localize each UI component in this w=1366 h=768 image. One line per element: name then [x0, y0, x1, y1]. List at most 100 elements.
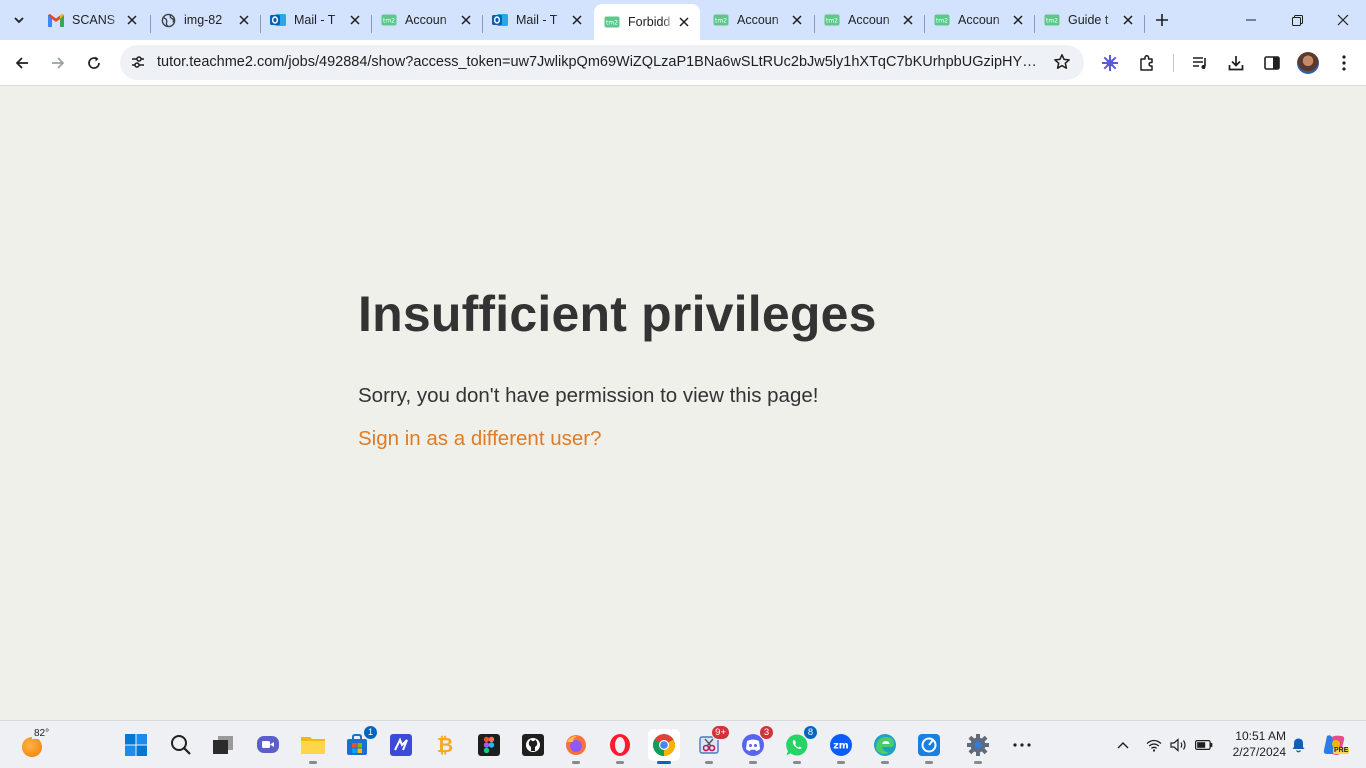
tab-title: Accoun — [958, 13, 1000, 27]
wifi-icon[interactable] — [1144, 733, 1164, 757]
tab-scans[interactable]: SCANS — [38, 4, 148, 36]
new-tab-button[interactable] — [1150, 8, 1174, 32]
forward-button[interactable] — [42, 47, 74, 79]
tab-account-1[interactable]: tm2 Accoun — [371, 4, 482, 36]
tm2-icon: tm2 — [713, 12, 729, 28]
snipping-app[interactable]: 9+ — [693, 725, 730, 764]
address-bar[interactable]: tutor.teachme2.com/jobs/492884/show?acce… — [120, 45, 1084, 80]
notification-bell-icon[interactable] — [1288, 733, 1308, 757]
tab-mail-1[interactable]: Mail - T — [260, 4, 371, 36]
sign-in-different-user-link[interactable]: Sign in as a different user? — [358, 427, 602, 451]
tab-title: Mail - T — [516, 13, 558, 27]
close-icon[interactable] — [347, 12, 363, 28]
tab-title: img-82 — [184, 13, 223, 27]
back-button[interactable] — [6, 47, 38, 79]
whatsapp-app[interactable]: 8 — [781, 725, 818, 764]
figma-app[interactable] — [473, 729, 505, 761]
tab-mail-2[interactable]: Mail - T — [482, 4, 593, 36]
tab-search-button[interactable] — [6, 7, 32, 33]
close-icon — [1337, 14, 1349, 26]
arrow-left-icon — [15, 57, 28, 69]
github-icon — [522, 734, 544, 756]
zoom-icon: zm — [830, 734, 852, 756]
tab-account-4[interactable]: tm2 Accoun — [924, 4, 1034, 36]
more-apps[interactable] — [1006, 729, 1038, 761]
running-indicator — [974, 761, 982, 764]
minimize-button[interactable] — [1228, 0, 1274, 40]
bitcoin-app[interactable]: ₿ — [429, 729, 461, 761]
capture-app[interactable] — [913, 729, 945, 764]
reload-button[interactable] — [78, 47, 110, 79]
volume-icon[interactable] — [1168, 733, 1190, 757]
running-indicator — [925, 761, 933, 764]
code-editor-icon — [390, 734, 412, 756]
weather-widget[interactable]: 82° — [18, 728, 52, 761]
restore-button[interactable] — [1274, 0, 1320, 40]
copilot-button[interactable]: PRE — [1320, 731, 1350, 759]
extensions-puzzle-icon[interactable] — [1133, 49, 1161, 77]
close-icon[interactable] — [569, 12, 585, 28]
firefox-app[interactable] — [560, 729, 592, 764]
store-app[interactable]: 1 — [341, 725, 378, 761]
tab-img[interactable]: img-82 — [150, 4, 260, 36]
search-button[interactable] — [165, 729, 197, 761]
tab-title: SCANS — [72, 13, 116, 27]
outlook-icon — [492, 12, 508, 28]
start-button[interactable] — [120, 729, 152, 761]
windows-logo-icon — [125, 734, 147, 756]
running-indicator — [793, 761, 801, 764]
task-view-button[interactable] — [207, 729, 239, 761]
battery-icon[interactable] — [1193, 733, 1215, 757]
plus-icon — [1156, 14, 1168, 26]
chevron-down-icon — [14, 17, 24, 24]
tab-account-3[interactable]: tm2 Accoun — [814, 4, 924, 36]
close-icon[interactable] — [676, 14, 692, 30]
extension-perplexity-icon[interactable] — [1096, 49, 1124, 77]
show-hidden-icons-button[interactable] — [1113, 733, 1133, 757]
tab-title: Mail - T — [294, 13, 336, 27]
close-icon[interactable] — [1120, 12, 1136, 28]
tab-guide[interactable]: tm2 Guide t — [1034, 4, 1144, 36]
edge-app[interactable] — [869, 729, 901, 764]
bookmark-star-icon[interactable] — [1050, 50, 1074, 74]
site-info-icon[interactable] — [126, 50, 150, 74]
meet-app[interactable] — [252, 729, 284, 761]
error-message: Sorry, you don't have permission to view… — [358, 384, 819, 407]
url-text[interactable]: tutor.teachme2.com/jobs/492884/show?acce… — [157, 54, 1047, 70]
zoom-app[interactable]: zm — [825, 729, 857, 764]
running-indicator — [837, 761, 845, 764]
running-indicator — [705, 761, 713, 764]
chrome-app[interactable] — [648, 729, 680, 764]
discord-app[interactable]: 3 — [737, 725, 774, 764]
figma-icon — [478, 734, 500, 756]
close-icon[interactable] — [124, 12, 140, 28]
vscode-like-app[interactable] — [385, 729, 417, 761]
profile-avatar[interactable] — [1297, 52, 1319, 74]
side-panel-icon[interactable] — [1258, 49, 1286, 77]
close-window-button[interactable] — [1320, 0, 1366, 40]
close-icon[interactable] — [458, 12, 474, 28]
page-title: Insufficient privileges — [358, 286, 877, 342]
file-explorer-app[interactable] — [297, 729, 329, 764]
edge-icon — [874, 734, 896, 756]
running-indicator — [616, 761, 624, 764]
close-icon[interactable] — [900, 12, 916, 28]
tab-title: Accoun — [848, 13, 890, 27]
close-icon[interactable] — [789, 12, 805, 28]
tab-account-2[interactable]: tm2 Accoun — [703, 4, 813, 36]
search-icon — [171, 735, 191, 755]
opera-app[interactable] — [604, 729, 636, 764]
close-icon[interactable] — [1010, 12, 1026, 28]
github-app[interactable] — [517, 729, 549, 761]
download-icon[interactable] — [1222, 49, 1250, 77]
media-control-icon[interactable] — [1186, 49, 1214, 77]
menu-kebab-icon[interactable] — [1330, 49, 1358, 77]
arrow-right-icon — [52, 57, 65, 69]
system-clock[interactable]: 10:51 AM 2/27/2024 — [1222, 728, 1286, 760]
notification-badge: 1 — [363, 725, 378, 740]
close-icon[interactable] — [236, 12, 252, 28]
tab-separator — [1144, 15, 1145, 33]
clock-time: 10:51 AM — [1235, 729, 1286, 743]
settings-app[interactable] — [962, 729, 994, 764]
tab-forbidden[interactable]: tm2 Forbidd — [594, 4, 700, 40]
